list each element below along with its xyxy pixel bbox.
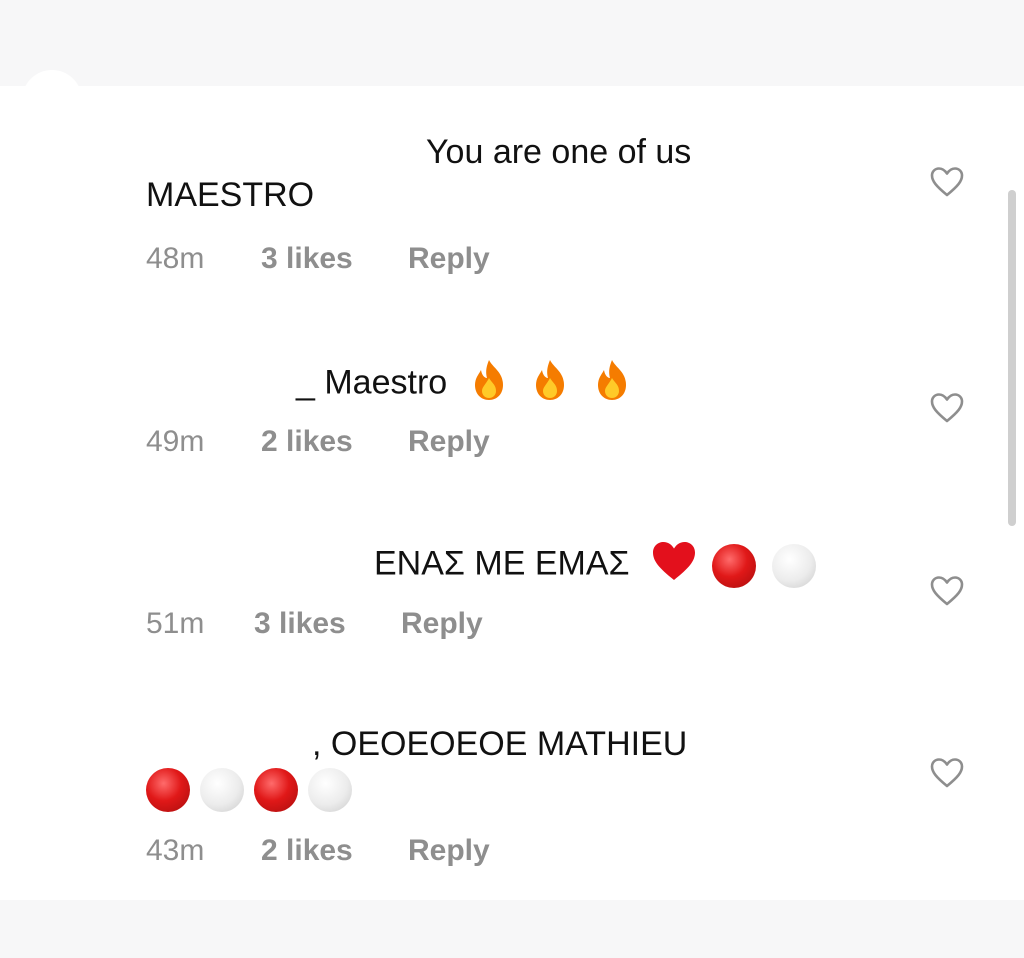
fire-emoji-icon bbox=[530, 358, 570, 411]
top-header-band bbox=[0, 0, 1024, 86]
comment-time: 43m bbox=[146, 834, 205, 867]
reply-button[interactable]: Reply bbox=[408, 242, 490, 276]
likes-count-link[interactable]: 3 likes bbox=[261, 242, 353, 276]
like-heart-icon[interactable] bbox=[930, 757, 964, 789]
red-heart-emoji-icon bbox=[651, 540, 697, 591]
fire-emoji-icon bbox=[469, 358, 509, 411]
fire-emoji-icon bbox=[592, 358, 632, 411]
comment-text: _ Maestro bbox=[296, 363, 448, 402]
likes-count-link[interactable]: 2 likes bbox=[261, 834, 353, 868]
white-circle-emoji-icon bbox=[771, 543, 816, 588]
vertical-scrollbar[interactable] bbox=[1008, 190, 1016, 526]
red-circle-emoji-icon bbox=[146, 768, 190, 813]
red-circle-emoji-icon bbox=[254, 768, 298, 813]
comment-emoji-line bbox=[146, 768, 362, 813]
likes-count-link[interactable]: 3 likes bbox=[254, 607, 346, 641]
comment-text-line2: MAESTRO bbox=[146, 176, 315, 214]
comment-text-line1: You are one of us bbox=[426, 133, 692, 171]
comment-time: 48m bbox=[146, 242, 205, 275]
white-circle-emoji-icon bbox=[308, 768, 352, 813]
comment-text-line1: , ΟΕΟΕΟΕΟΕ MATHIEU bbox=[312, 725, 688, 763]
like-heart-icon[interactable] bbox=[930, 392, 964, 424]
comment-time: 49m bbox=[146, 425, 205, 458]
bottom-input-band bbox=[0, 900, 1024, 958]
comment-text-line1: ΕΝΑΣ ΜΕ ΕΜΑΣ bbox=[374, 540, 826, 591]
red-circle-emoji-icon bbox=[712, 543, 757, 588]
reply-button[interactable]: Reply bbox=[401, 607, 483, 641]
comment-time: 51m bbox=[146, 607, 205, 640]
likes-count-link[interactable]: 2 likes bbox=[261, 425, 353, 459]
reply-button[interactable]: Reply bbox=[408, 425, 490, 459]
comment-text: ΕΝΑΣ ΜΕ ΕΜΑΣ bbox=[374, 544, 630, 583]
like-heart-icon[interactable] bbox=[930, 166, 964, 198]
reply-button[interactable]: Reply bbox=[408, 834, 490, 868]
white-circle-emoji-icon bbox=[200, 768, 244, 813]
like-heart-icon[interactable] bbox=[930, 575, 964, 607]
comment-text-line1: _ Maestro bbox=[296, 358, 632, 411]
